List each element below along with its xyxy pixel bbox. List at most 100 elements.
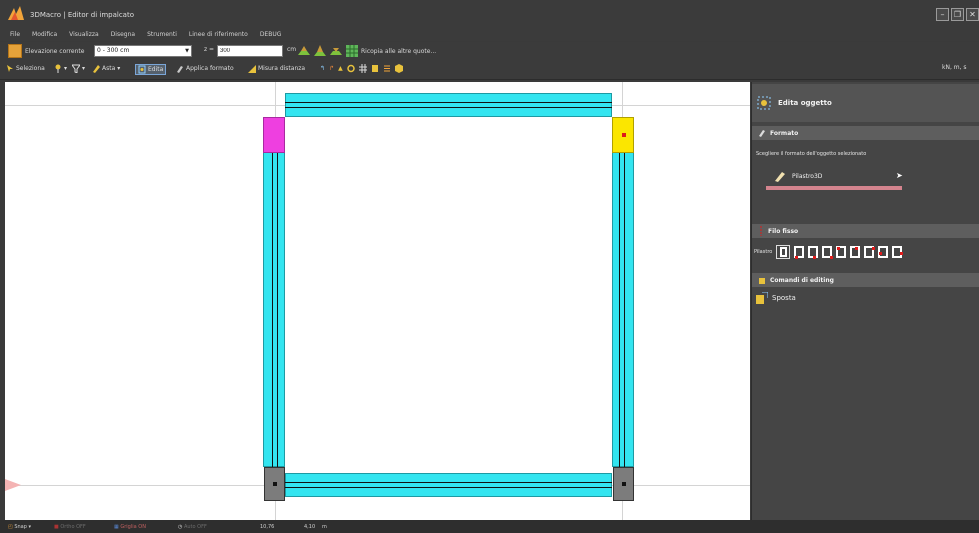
menu-modifica[interactable]: Modifica	[32, 31, 57, 38]
editing-commands-header[interactable]: Comandi di editing	[752, 273, 979, 287]
menu-debug[interactable]: DEBUG	[260, 31, 282, 38]
filter-icon	[72, 64, 80, 73]
beam-left[interactable]	[263, 123, 285, 467]
format-hint: Scegliere il formato dell'oggetto selezi…	[756, 151, 867, 157]
ortho-toggle[interactable]: ■ Ortho OFF	[54, 524, 86, 530]
wire-option[interactable]	[808, 246, 819, 259]
wire-option[interactable]	[892, 246, 904, 258]
edit-tool[interactable]: Edita	[135, 64, 167, 75]
edit-icon	[138, 65, 146, 74]
beam-axis-line	[285, 102, 612, 103]
format-header: Formato	[770, 129, 799, 137]
slab-icon[interactable]	[371, 64, 379, 73]
chevron-down-icon: ▾	[82, 65, 86, 72]
undo-arrow-icon[interactable]: ↰	[320, 65, 325, 72]
elevation-group: Elevazione corrente	[8, 44, 84, 58]
coord-x: 10,76	[260, 524, 275, 530]
select-tool[interactable]: Seleziona	[6, 64, 45, 73]
units-indicator[interactable]: kN, m, s	[942, 64, 967, 71]
select-label: Seleziona	[16, 65, 45, 72]
snap-toggle[interactable]: ◰ Snap ▾	[8, 524, 31, 530]
hand-icon	[759, 278, 765, 284]
copy-down-icon[interactable]	[329, 44, 343, 58]
tools-toolbar: Seleziona ▾ ▾ Asta ▾ Edita Applica forma…	[0, 60, 979, 80]
wire-option[interactable]	[836, 246, 847, 258]
snap-label: Snap	[14, 524, 27, 530]
window-title: 3DMacro | Editor di impalcato	[30, 11, 134, 19]
pin-tool[interactable]: ▾	[54, 64, 67, 73]
z-input[interactable]	[217, 45, 283, 57]
wire-option[interactable]	[822, 246, 834, 259]
app-logo-icon	[8, 6, 24, 20]
copy-up-icon[interactable]	[297, 44, 311, 58]
fixed-wire-section-header[interactable]: Filo fisso	[752, 224, 979, 238]
beam-tool[interactable]: Asta ▾	[92, 64, 120, 73]
apply-format-tool[interactable]: Applica formato	[176, 64, 234, 73]
grid-toggle[interactable]: ▦ Griglia ON	[114, 524, 146, 530]
menu-visualizza[interactable]: Visualizza	[69, 31, 99, 38]
menu-linee-riferimento[interactable]: Linee di riferimento	[189, 31, 248, 38]
menu-strumenti[interactable]: Strumenti	[147, 31, 177, 38]
recopy-label[interactable]: Ricopia alle altre quote...	[361, 48, 436, 55]
move-icon	[756, 292, 768, 304]
column-bottom-left[interactable]	[264, 467, 285, 501]
anchor-marker	[622, 133, 626, 137]
beam-top[interactable]	[285, 93, 612, 117]
grid-tool-icon[interactable]	[358, 64, 367, 73]
wire-option-selected[interactable]	[776, 245, 791, 259]
circle-tool-icon[interactable]	[346, 64, 355, 73]
format-selector[interactable]: Pilastro3D ➤	[766, 166, 908, 186]
beam-bottom[interactable]	[285, 473, 612, 497]
auto-toggle[interactable]: ◷ Auto OFF	[178, 524, 207, 530]
cursor-arrow-icon: ➤	[896, 171, 903, 180]
brush-icon	[759, 130, 765, 137]
edit-label: Edita	[148, 66, 164, 73]
elevation-label: Elevazione corrente	[25, 47, 85, 55]
edit-object-icon	[757, 96, 771, 110]
redo-arrow-icon[interactable]: ↱	[329, 65, 334, 72]
apply-format-label: Applica formato	[186, 65, 234, 72]
wire-option[interactable]	[850, 246, 861, 258]
edit-object-title: Edita oggetto	[778, 99, 832, 107]
beam-axis-line	[285, 107, 612, 108]
drawing-canvas[interactable]	[5, 82, 750, 520]
move-command[interactable]: Sposta	[756, 292, 796, 304]
coord-y: 4,10	[304, 524, 316, 530]
align-icon[interactable]: ▲	[338, 65, 343, 72]
format-underline	[766, 186, 902, 190]
close-button[interactable]: ✕	[966, 8, 979, 21]
properties-panel: Edita oggetto Formato Scegliere il forma…	[751, 82, 979, 520]
menu-disegna[interactable]: Disegna	[111, 31, 135, 38]
measure-tool[interactable]: Misura distanza	[248, 64, 305, 73]
list-icon[interactable]	[383, 64, 391, 73]
select-icon	[7, 65, 13, 72]
format-section-header[interactable]: Formato	[752, 126, 979, 140]
beam-axis-line	[272, 123, 273, 467]
beam-right[interactable]	[612, 123, 634, 467]
copy-level-icon[interactable]	[313, 44, 327, 58]
wire-option[interactable]	[878, 246, 889, 258]
column-selected[interactable]	[263, 117, 285, 153]
beam-axis-line	[624, 123, 625, 467]
column-highlight[interactable]	[612, 117, 634, 153]
menu-file[interactable]: File	[10, 31, 20, 38]
chevron-down-icon: ▼	[185, 48, 189, 54]
grid-label: Griglia ON	[120, 524, 146, 530]
title-bar: 3DMacro | Editor di impalcato – ❐ ✕	[0, 0, 979, 28]
elevation-icon	[8, 44, 22, 58]
restore-button[interactable]: ❐	[951, 8, 964, 21]
snap-icon: ◰	[8, 524, 13, 530]
wire-option[interactable]	[794, 246, 805, 259]
units-label: kN, m, s	[942, 64, 967, 71]
cube-icon[interactable]	[394, 64, 403, 73]
grid-copy-icon[interactable]	[345, 44, 359, 58]
anchor-marker	[273, 482, 277, 486]
beam-axis-line	[285, 482, 612, 483]
column-bottom-right[interactable]	[613, 467, 634, 501]
wire-option[interactable]	[864, 246, 876, 258]
origin-arrow-icon	[5, 479, 21, 491]
z-label: z =	[204, 46, 215, 53]
minimize-button[interactable]: –	[936, 8, 949, 21]
filter-tool[interactable]: ▾	[72, 64, 85, 73]
elevation-select[interactable]: 0 - 300 cm ▼	[94, 45, 192, 57]
